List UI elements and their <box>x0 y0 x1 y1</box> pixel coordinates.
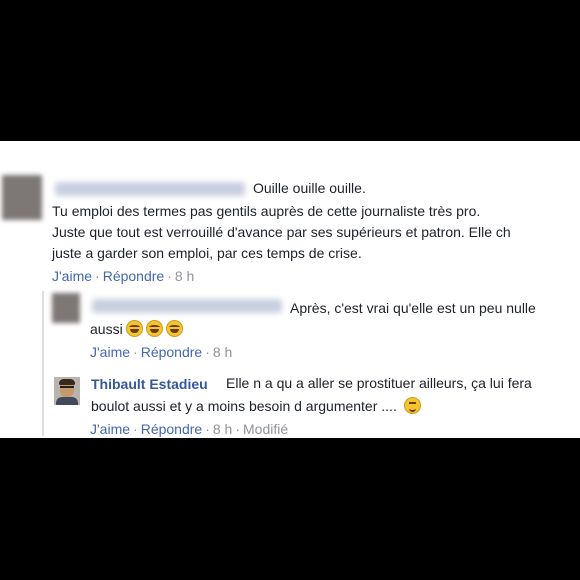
reply-text-line: Elle n a qu a aller se prostituer ailleu… <box>226 375 532 391</box>
separator: · <box>205 421 210 437</box>
reply-link[interactable]: Répondre <box>141 421 203 437</box>
edited-label[interactable]: Modifié <box>243 421 288 437</box>
like-link[interactable]: J'aime <box>90 344 130 360</box>
reply-text-word: aussi <box>90 321 123 337</box>
separator: · <box>167 268 172 284</box>
reply-text-line: boulot aussi et y a moins besoin d argum… <box>91 396 421 417</box>
author-name[interactable]: Thibault Estadieu <box>91 376 208 392</box>
comment-text-line: Ouille ouille ouille. <box>253 180 366 196</box>
avatar-shirt <box>56 397 78 405</box>
laughing-tears-icon <box>145 320 163 337</box>
reply-link[interactable]: Répondre <box>103 268 165 284</box>
blurred-author-name[interactable] <box>92 299 282 313</box>
separator: · <box>205 344 210 360</box>
reply-thread-line <box>42 291 44 436</box>
avatar[interactable] <box>2 175 42 220</box>
timestamp[interactable]: 8 h <box>213 344 232 360</box>
blurred-author-name[interactable] <box>55 182 245 196</box>
separator: · <box>133 344 138 360</box>
timestamp[interactable]: 8 h <box>213 421 232 437</box>
comments-panel: Ouille ouille ouille. Tu emploi des term… <box>0 141 580 438</box>
comment-text-line: Tu emploi des termes pas gentils auprès … <box>52 203 481 219</box>
avatar-glasses <box>60 386 74 388</box>
like-link[interactable]: J'aime <box>90 421 130 437</box>
comment-text-line: Juste que tout est verrouillé d'avance p… <box>52 224 511 240</box>
separator: · <box>95 268 100 284</box>
reply-text-line: Après, c'est vrai qu'elle est un peu nul… <box>290 300 536 316</box>
comment-actions: J'aime · Répondre · 8 h · Modifié <box>90 421 288 437</box>
like-link[interactable]: J'aime <box>52 268 92 284</box>
comment-text-line: juste a garder son emploi, par ces temps… <box>52 245 362 261</box>
avatar-hair <box>59 379 75 385</box>
avatar[interactable] <box>52 293 80 323</box>
laughing-tears-icon <box>165 320 183 337</box>
timestamp[interactable]: 8 h <box>175 268 194 284</box>
reply-text-line: aussi <box>90 319 183 340</box>
avatar[interactable] <box>54 377 80 405</box>
wink-icon <box>403 397 421 414</box>
separator: · <box>133 421 138 437</box>
comment-actions: J'aime · Répondre · 8 h <box>90 344 232 360</box>
separator: · <box>235 421 241 437</box>
reply-text-content: boulot aussi et y a moins besoin d argum… <box>91 398 397 414</box>
reply-link[interactable]: Répondre <box>141 344 203 360</box>
comment-actions: J'aime · Répondre · 8 h <box>52 268 194 284</box>
laughing-tears-icon <box>125 320 143 337</box>
